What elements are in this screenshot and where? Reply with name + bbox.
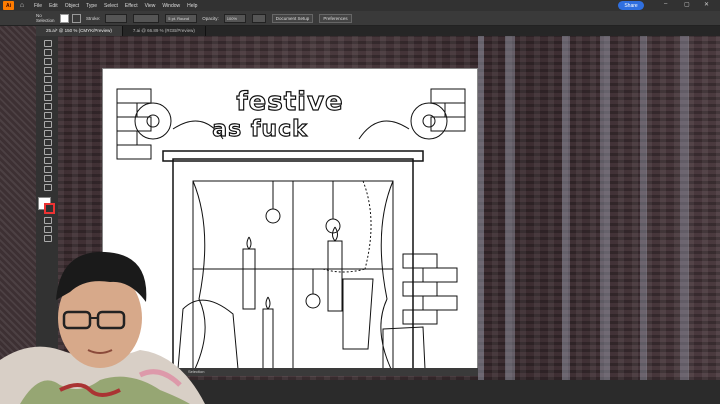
pen-tool-icon[interactable] bbox=[40, 57, 54, 65]
zoom-tool-icon[interactable] bbox=[40, 183, 54, 191]
background-stripe bbox=[505, 36, 515, 380]
stroke-weight-field[interactable] bbox=[105, 13, 128, 23]
fill-swatch[interactable] bbox=[60, 13, 69, 23]
stroke-swatch[interactable] bbox=[72, 13, 81, 23]
tab-document-7[interactable]: 7.ai @ 66.89 % (RGB/Preview) bbox=[123, 26, 206, 36]
menu-edit[interactable]: Edit bbox=[49, 3, 58, 9]
background-stripe bbox=[562, 36, 570, 380]
fill-stroke-control[interactable] bbox=[38, 197, 56, 215]
hand-tool-icon[interactable] bbox=[40, 174, 54, 182]
maximize-icon[interactable]: ▢ bbox=[684, 1, 690, 8]
eraser-tool-icon[interactable] bbox=[40, 111, 54, 119]
pencil-tool-icon[interactable] bbox=[40, 102, 54, 110]
opacity-label: Opacity: bbox=[202, 15, 219, 21]
menu-window[interactable]: Window bbox=[162, 3, 180, 9]
tab-document-25[interactable]: 25.ai* @ 150 % (CMYK/Preview) bbox=[36, 26, 123, 36]
preferences-button[interactable]: Preferences bbox=[319, 13, 352, 23]
artwork-title-line1: festive bbox=[236, 86, 344, 117]
background-stripe bbox=[478, 36, 484, 380]
eyedropper-tool-icon[interactable] bbox=[40, 165, 54, 173]
menu-view[interactable]: View bbox=[145, 3, 156, 9]
stroke-label: Stroke: bbox=[86, 15, 101, 21]
menu-help[interactable]: Help bbox=[187, 3, 197, 9]
type-tool-icon[interactable] bbox=[40, 66, 54, 74]
artwork-title-line2: as fuck bbox=[212, 116, 308, 142]
brush-definition-field[interactable]: 5 pt. Round bbox=[165, 13, 198, 23]
background-stripe bbox=[600, 36, 610, 380]
opacity-field[interactable]: 100% bbox=[223, 13, 246, 23]
drawing-modes-icon[interactable] bbox=[40, 216, 54, 224]
background-stripe bbox=[640, 36, 647, 380]
rectangle-tool-icon[interactable] bbox=[40, 84, 54, 92]
direct-selection-tool-icon[interactable] bbox=[40, 48, 54, 56]
style-field[interactable] bbox=[251, 13, 266, 23]
menu-effect[interactable]: Effect bbox=[125, 3, 138, 9]
rotate-tool-icon[interactable] bbox=[40, 120, 54, 128]
scale-tool-icon[interactable] bbox=[40, 129, 54, 137]
menu-file[interactable]: File bbox=[34, 3, 42, 9]
close-icon[interactable]: ✕ bbox=[704, 1, 709, 8]
app-logo: Ai bbox=[3, 1, 14, 10]
minimize-icon[interactable]: – bbox=[664, 1, 667, 7]
background-stripe bbox=[680, 36, 689, 380]
selection-status: No Selection bbox=[36, 13, 55, 23]
paintbrush-tool-icon[interactable] bbox=[40, 93, 54, 101]
control-bar: No Selection Stroke: 5 pt. Round Opacity… bbox=[0, 11, 720, 26]
webcam-overlay bbox=[0, 251, 205, 404]
menu-bar: Ai ⌂ File Edit Object Type Select Effect… bbox=[0, 0, 720, 11]
share-button[interactable]: Share bbox=[618, 1, 644, 10]
stroke-color-icon[interactable] bbox=[44, 203, 55, 214]
menu-select[interactable]: Select bbox=[104, 3, 118, 9]
shape-builder-tool-icon[interactable] bbox=[40, 147, 54, 155]
home-icon[interactable]: ⌂ bbox=[18, 2, 26, 10]
menu-type[interactable]: Type bbox=[86, 3, 97, 9]
menu-object[interactable]: Object bbox=[65, 3, 79, 9]
screen-mode-icon[interactable] bbox=[40, 225, 54, 233]
variable-width-field[interactable] bbox=[133, 13, 160, 23]
document-setup-button[interactable]: Document Setup bbox=[271, 13, 314, 23]
width-tool-icon[interactable] bbox=[40, 138, 54, 146]
selection-tool-icon[interactable] bbox=[40, 39, 54, 47]
document-tabs: 25.ai* @ 150 % (CMYK/Preview) 7.ai @ 66.… bbox=[36, 26, 720, 36]
line-tool-icon[interactable] bbox=[40, 75, 54, 83]
gradient-tool-icon[interactable] bbox=[40, 156, 54, 164]
